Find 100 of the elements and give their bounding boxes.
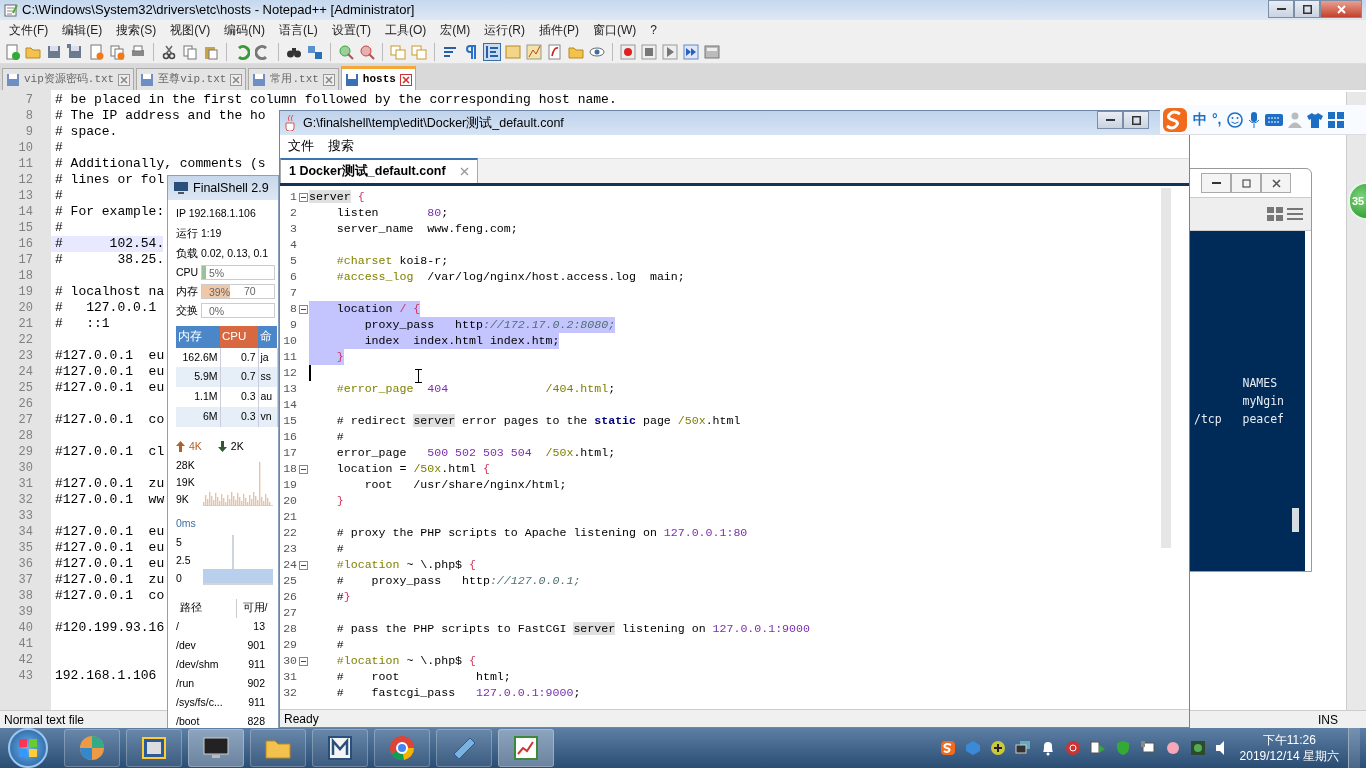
smiley-icon[interactable]	[1226, 111, 1243, 128]
line-number: 6	[289, 269, 297, 286]
record-icon[interactable]	[620, 43, 636, 60]
shirt-icon[interactable]	[1306, 111, 1323, 128]
pilcrow-icon[interactable]	[463, 43, 479, 60]
document-arrow-icon[interactable]	[1089, 740, 1106, 756]
code-line: #location ~ \.php$ {	[335, 653, 476, 669]
shield-icon[interactable]	[1114, 740, 1131, 756]
grid-view-icon[interactable]	[1267, 207, 1283, 221]
line-number: 26	[17, 396, 34, 412]
menu-item[interactable]: 编辑(E)	[55, 21, 110, 39]
table-cell: 0.3	[220, 387, 258, 407]
taskbar-button[interactable]	[250, 729, 306, 767]
close-icon[interactable]	[118, 73, 131, 86]
column-header[interactable]: 内存	[176, 326, 220, 348]
plus-circle-icon[interactable]	[989, 740, 1006, 756]
minimize-button[interactable]	[1097, 111, 1123, 129]
file-tab[interactable]: 常用.txt	[248, 68, 339, 90]
swirl-badge-icon[interactable]	[1064, 740, 1081, 756]
documents-icon[interactable]	[109, 43, 125, 60]
zoom-out-icon[interactable]	[359, 43, 375, 60]
scrollbar-thumb[interactable]	[1292, 508, 1299, 532]
keyboard-icon[interactable]	[1264, 113, 1283, 126]
replace-icon[interactable]	[307, 43, 323, 60]
monitors-icon[interactable]	[1014, 740, 1031, 756]
maximize-button[interactable]	[1294, 0, 1320, 18]
code-line: server {	[309, 189, 365, 205]
menu-item[interactable]: 工具(O)	[378, 21, 434, 39]
macro-icon[interactable]	[704, 43, 720, 60]
app-tile-icon[interactable]	[1189, 740, 1206, 756]
menu-item[interactable]: 插件(P)	[532, 21, 586, 39]
minimize-button[interactable]	[1268, 0, 1294, 18]
start-button[interactable]	[8, 728, 48, 768]
document-icon[interactable]	[88, 43, 104, 60]
taskbar-button[interactable]	[374, 729, 430, 767]
code-line: # fastcgi_pass 127.0.0.1:9000;	[335, 685, 581, 701]
column-header[interactable]: 命	[258, 326, 277, 348]
clock-date[interactable]: 2019/12/14 星期六	[1239, 748, 1339, 764]
fold-toggle-icon[interactable]	[298, 304, 308, 314]
line-number: 23	[17, 348, 34, 364]
file-tab[interactable]: 1 Docker测试_default.conf	[280, 158, 478, 183]
minimize-button[interactable]	[1201, 173, 1231, 193]
menu-item[interactable]: 文件	[288, 137, 314, 156]
fold-toggle-icon[interactable]	[298, 656, 308, 666]
taskbar-button[interactable]	[126, 729, 182, 767]
menu-item[interactable]: 编码(N)	[217, 21, 272, 39]
file-tab[interactable]: hosts	[340, 66, 416, 90]
flower-icon[interactable]	[1164, 740, 1181, 756]
close-icon[interactable]	[399, 73, 412, 86]
fast-forward-icon[interactable]	[683, 43, 699, 60]
scissors-icon[interactable]	[161, 43, 177, 60]
menu-item[interactable]: 视图(V)	[163, 21, 218, 39]
menu-icon[interactable]	[1287, 207, 1303, 221]
ime-logo-icon[interactable]	[939, 740, 956, 756]
taskbar-button[interactable]	[188, 729, 244, 767]
zoom-in-icon[interactable]	[338, 43, 354, 60]
menu-item[interactable]: 宏(M)	[433, 21, 478, 39]
taskbar-button[interactable]	[312, 729, 368, 767]
column-header[interactable]: CPU	[220, 326, 258, 348]
network-icon[interactable]	[1139, 740, 1156, 756]
clock-time[interactable]: 下午11:26	[1239, 732, 1339, 748]
close-icon[interactable]	[459, 167, 469, 176]
ime-logo-icon[interactable]	[1162, 106, 1188, 133]
play-icon[interactable]	[662, 43, 678, 60]
file-tab[interactable]: 至尊vip.txt	[136, 68, 247, 90]
grid-icon[interactable]	[1327, 111, 1344, 128]
microphone-icon[interactable]	[1247, 111, 1260, 128]
menu-item[interactable]: 窗口(W)	[586, 21, 644, 39]
column-header[interactable]: 可用/	[236, 598, 277, 618]
taskbar-button[interactable]	[498, 729, 554, 767]
show-desktop-button[interactable]	[1348, 728, 1360, 768]
menu-item[interactable]: 语言(L)	[272, 21, 325, 39]
new-document-icon[interactable]	[4, 43, 20, 60]
close-icon[interactable]	[322, 73, 335, 86]
line-number: 42	[17, 652, 34, 668]
floppy-disks-icon[interactable]	[67, 43, 83, 60]
menu-item[interactable]: ?	[643, 21, 664, 39]
ime-toggle[interactable]: °,	[1212, 109, 1222, 130]
close-button[interactable]	[1261, 173, 1291, 193]
close-icon[interactable]	[230, 73, 243, 86]
fold-toggle-icon[interactable]	[298, 560, 308, 570]
menu-item[interactable]: 搜索	[328, 137, 354, 156]
column-header[interactable]: 路径	[176, 598, 236, 618]
menu-item[interactable]: 文件(F)	[2, 21, 56, 39]
menu-item[interactable]: 设置(T)	[324, 21, 378, 39]
ime-toggle[interactable]: 中	[1193, 109, 1207, 130]
line-number: 30	[17, 460, 34, 476]
menu-item[interactable]: 搜索(S)	[109, 21, 164, 39]
fold-toggle-icon[interactable]	[298, 464, 308, 474]
maximize-button[interactable]	[1123, 111, 1149, 129]
menu-item[interactable]: 运行(R)	[477, 21, 532, 39]
function-icon[interactable]	[547, 43, 563, 60]
file-tab[interactable]: vip资源密码.txt	[2, 68, 135, 90]
line-number: 13	[17, 188, 34, 204]
chart-icon[interactable]	[526, 43, 542, 60]
indent-guide-icon[interactable]	[484, 43, 500, 60]
close-button[interactable]	[1320, 0, 1362, 18]
fold-toggle-icon[interactable]	[298, 192, 308, 202]
stop-icon[interactable]	[641, 43, 657, 60]
copy-icon[interactable]	[182, 43, 198, 60]
